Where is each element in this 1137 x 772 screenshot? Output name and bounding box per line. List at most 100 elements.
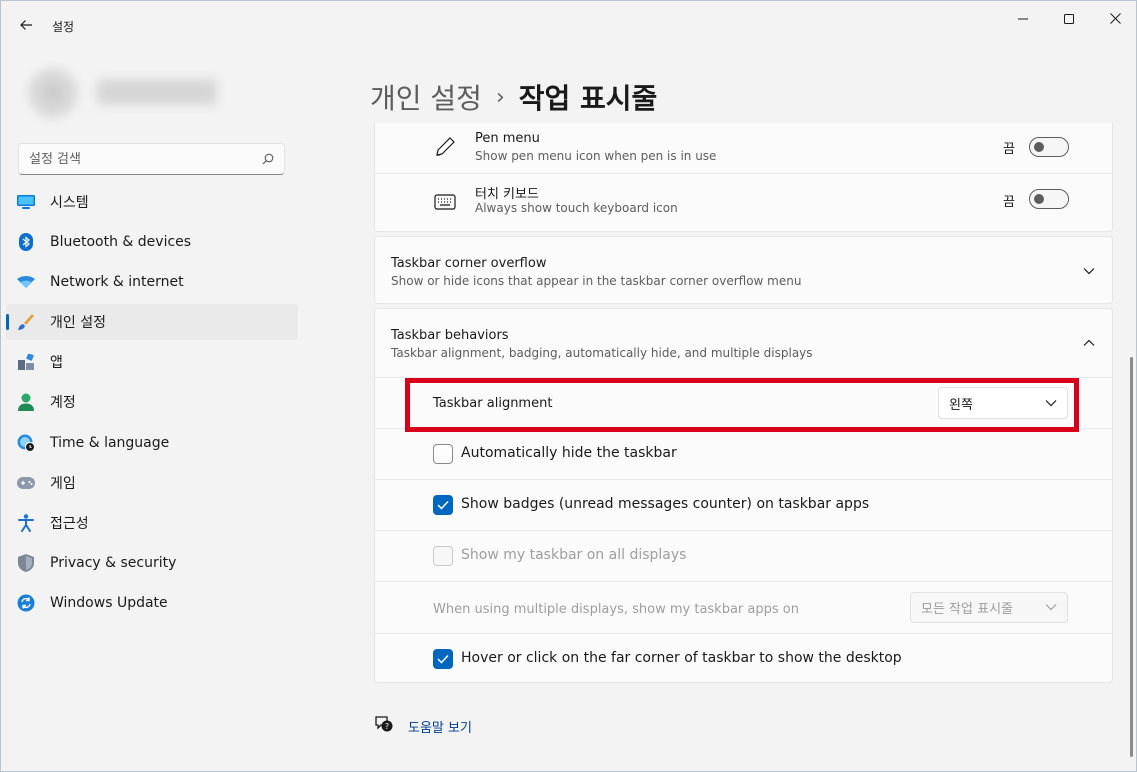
profile-name-blurred	[97, 79, 217, 105]
sidebar-item-network[interactable]: Network & internet	[6, 264, 298, 300]
help-label: 도움말 보기	[408, 720, 472, 736]
all-displays-row: Show my taskbar on all displays	[375, 530, 1112, 581]
search-input[interactable]	[29, 151, 262, 167]
apps-icon	[17, 353, 35, 371]
sidebar-item-time-language[interactable]: Time & language	[6, 425, 298, 461]
sidebar-item-label: Windows Update	[50, 594, 168, 611]
sidebar-item-personalization[interactable]: 개인 설정	[6, 304, 298, 341]
svg-text:?: ?	[385, 722, 389, 731]
app-title: 설정	[52, 20, 75, 34]
sidebar-item-windows-update[interactable]: Windows Update	[6, 585, 298, 621]
dropdown-value: 모든 작업 표시줄	[921, 602, 1013, 617]
row-description: Show pen menu icon when pen is in use	[475, 149, 717, 163]
sidebar-item-privacy[interactable]: Privacy & security	[6, 545, 298, 581]
minimize-button[interactable]	[1000, 1, 1046, 35]
settings-content: Pen menu Show pen menu icon when pen is …	[374, 123, 1114, 769]
row-title: Pen menu	[475, 131, 540, 146]
multi-display-dropdown[interactable]: 모든 작업 표시줄	[910, 592, 1068, 623]
sidebar-item-accessibility[interactable]: 접근성	[6, 505, 298, 541]
all-displays-checkbox[interactable]	[433, 546, 453, 566]
checkbox-label: Show my taskbar on all displays	[461, 547, 687, 563]
account-icon	[17, 393, 35, 412]
touch-keyboard-row: 터치 키보드 Always show touch keyboard icon 끔	[375, 173, 1112, 230]
sidebar-item-label: 접근성	[50, 515, 89, 532]
sidebar-item-label: Network & internet	[50, 274, 184, 291]
checkbox-label: Hover or click on the far corner of task…	[461, 650, 902, 666]
row-title: Taskbar corner overflow	[391, 256, 547, 271]
gamepad-icon	[17, 474, 35, 492]
sidebar-item-label: 앱	[50, 355, 63, 372]
settings-search-box[interactable]	[18, 143, 285, 175]
maximize-icon	[1064, 9, 1074, 28]
sidebar-item-accounts[interactable]: 계정	[6, 384, 298, 420]
corner-overflow-card[interactable]: Taskbar corner overflow Show or hide ico…	[374, 236, 1113, 304]
toggle-state-label: 끔	[1003, 142, 1015, 157]
back-arrow-icon	[19, 17, 33, 36]
breadcrumb-parent[interactable]: 개인 설정	[370, 77, 482, 117]
search-icon[interactable]	[262, 150, 274, 169]
far-corner-row: Hover or click on the far corner of task…	[375, 633, 1112, 683]
close-button[interactable]	[1092, 1, 1136, 35]
touch-keyboard-toggle[interactable]	[1029, 189, 1069, 209]
auto-hide-checkbox[interactable]	[433, 444, 453, 464]
scrollbar[interactable]	[1130, 357, 1133, 757]
behaviors-header[interactable]: Taskbar behaviors Taskbar alignment, bad…	[375, 309, 1112, 377]
avatar	[27, 67, 79, 119]
toggle-state-label: 끔	[1003, 195, 1015, 210]
sidebar-item-label: Bluetooth & devices	[50, 234, 192, 251]
shield-icon	[17, 553, 35, 572]
row-description: Taskbar alignment, badging, automaticall…	[391, 346, 813, 360]
far-corner-checkbox[interactable]	[433, 649, 453, 669]
sidebar-nav: 시스템 Bluetooth & devices Network & intern…	[6, 184, 298, 625]
taskbar-icons-card: Pen menu Show pen menu icon when pen is …	[374, 123, 1113, 232]
globe-clock-icon	[17, 434, 35, 452]
wifi-icon	[17, 273, 35, 291]
sidebar-item-label: 게임	[50, 475, 76, 492]
sidebar-item-label: 계정	[50, 395, 76, 412]
user-profile[interactable]	[19, 59, 229, 119]
sidebar-item-gaming[interactable]: 게임	[6, 465, 298, 501]
row-title: 터치 키보드	[475, 187, 539, 202]
breadcrumb: 개인 설정 › 작업 표시줄	[370, 75, 657, 119]
pen-menu-toggle[interactable]	[1029, 137, 1069, 157]
get-help-link[interactable]: ? 도움말 보기	[374, 715, 472, 737]
auto-hide-row: Automatically hide the taskbar	[375, 428, 1112, 479]
sidebar-item-label: 개인 설정	[50, 315, 106, 332]
checkmark-icon	[437, 654, 449, 664]
sidebar-item-label: 시스템	[50, 195, 89, 211]
checkbox-label: Automatically hide the taskbar	[461, 445, 677, 461]
chevron-down-icon[interactable]	[1079, 261, 1099, 281]
page-title: 작업 표시줄	[518, 82, 658, 115]
sidebar-item-apps[interactable]: 앱	[6, 344, 298, 380]
row-description: Show or hide icons that appear in the ta…	[391, 274, 802, 288]
back-button[interactable]	[11, 11, 41, 41]
chevron-down-icon	[1045, 600, 1057, 615]
close-icon	[1109, 9, 1121, 28]
breadcrumb-separator: ›	[495, 84, 505, 110]
chevron-up-icon[interactable]	[1079, 333, 1099, 353]
accessibility-icon	[17, 514, 35, 532]
bluetooth-icon	[17, 233, 35, 252]
toggle-knob	[1034, 194, 1044, 204]
toggle-knob	[1034, 142, 1044, 152]
keyboard-icon	[433, 190, 457, 214]
multi-display-row: When using multiple displays, show my ta…	[375, 581, 1112, 633]
sidebar-item-bluetooth[interactable]: Bluetooth & devices	[6, 224, 298, 260]
maximize-button[interactable]	[1046, 1, 1092, 35]
sidebar-item-label: Time & language	[50, 434, 170, 451]
help-icon: ?	[374, 715, 394, 737]
sidebar-item-system[interactable]: 시스템	[6, 184, 298, 220]
title-bar: 설정	[1, 1, 1136, 49]
checkmark-icon	[437, 500, 449, 510]
brush-icon	[17, 313, 35, 331]
pen-menu-row: Pen menu Show pen menu icon when pen is …	[375, 123, 1112, 173]
badges-checkbox[interactable]	[433, 495, 453, 515]
highlight-box	[405, 378, 1079, 432]
row-description: Always show touch keyboard icon	[475, 201, 678, 215]
minimize-icon	[1018, 9, 1028, 28]
system-icon	[17, 193, 35, 211]
settings-window: 설정 시스	[0, 0, 1137, 772]
checkbox-label: Show badges (unread messages counter) on…	[461, 496, 870, 512]
row-title: When using multiple displays, show my ta…	[433, 602, 799, 617]
update-icon	[17, 594, 35, 612]
